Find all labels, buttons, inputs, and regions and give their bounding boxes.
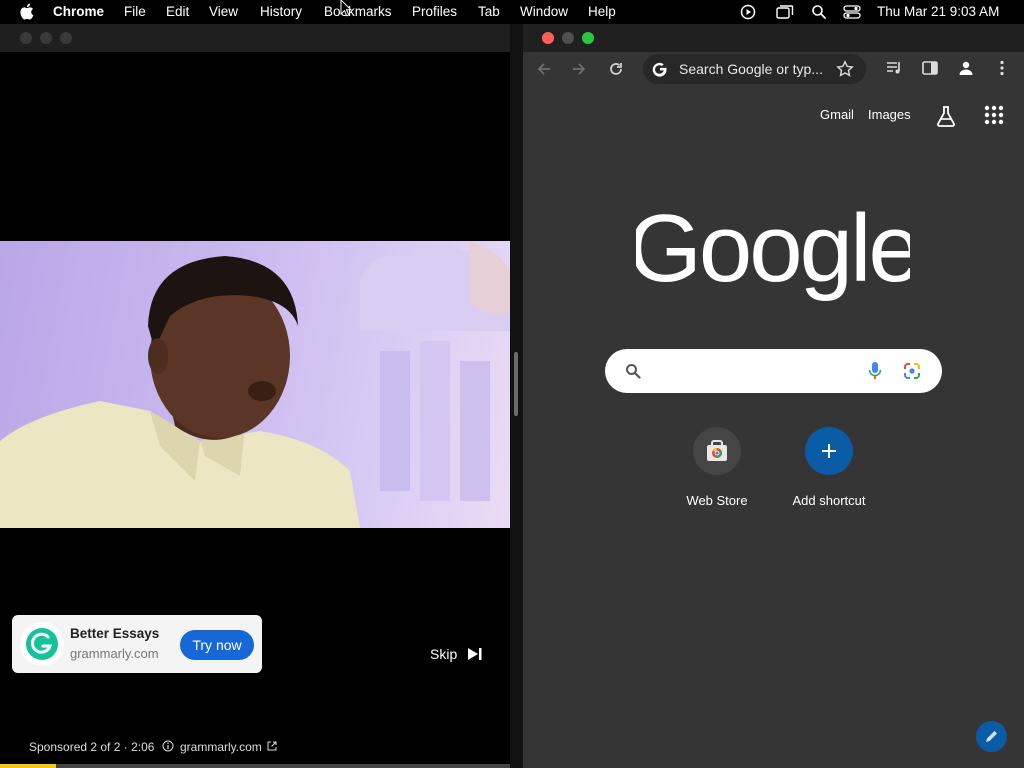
shortcut-add[interactable]: Add shortcut [784,427,874,508]
play-circle-icon[interactable] [740,4,756,20]
shortcut-label: Add shortcut [792,493,866,508]
pencil-icon [986,731,997,742]
sponsored-info: Sponsored 2 of 2 · 2:06 [29,740,174,754]
menu-edit[interactable]: Edit [166,4,189,19]
web-store-tile [693,427,741,475]
try-now-button[interactable]: Try now [180,630,254,660]
sponsored-text: Sponsored 2 of 2 · 2:06 [29,740,155,754]
omnibox[interactable]: Search Google or typ... [643,54,866,84]
labs-icon[interactable] [934,104,958,128]
customize-button[interactable] [976,721,1007,752]
browser-toolbar: Search Google or typ... [523,52,1024,86]
more-icon[interactable] [993,59,1011,77]
star-icon[interactable] [836,60,854,78]
omnibox-text: Search Google or typ... [679,61,823,77]
control-center-icon[interactable] [843,4,861,20]
menu-tab[interactable]: Tab [478,4,500,19]
apple-icon[interactable] [19,3,34,20]
zoom-button[interactable] [582,32,594,44]
ad-footer-domain: grammarly.com [180,740,262,754]
forward-icon[interactable] [570,60,588,78]
close-button[interactable] [20,32,32,44]
video-window-titlebar [0,24,510,52]
ad-progress-fill [0,764,57,768]
menu-file[interactable]: File [124,4,146,19]
skip-ad-button[interactable]: Skip [430,646,483,662]
add-shortcut-tile [805,427,853,475]
tab-strip [523,24,1024,52]
mic-icon[interactable] [867,361,883,381]
menu-view[interactable]: View [209,4,238,19]
ad-footer-link[interactable]: grammarly.com [180,740,277,754]
sidepanel-icon[interactable] [921,59,939,77]
close-button[interactable] [542,32,554,44]
zoom-button[interactable] [60,32,72,44]
reload-icon[interactable] [607,60,625,78]
profile-icon[interactable] [957,59,975,77]
video-scene [0,241,510,528]
external-link-icon [267,741,277,751]
shortcut-web-store[interactable]: Web Store [672,427,762,508]
gmail-link[interactable]: Gmail [820,107,854,122]
minimize-button[interactable] [562,32,574,44]
images-link[interactable]: Images [868,107,911,122]
chrome-window: Search Google or typ... Gmail Images Goo [523,24,1024,768]
apps-grid-icon[interactable] [984,105,1004,125]
menu-bookmarks[interactable]: Bookmarks [324,4,392,19]
search-box[interactable] [605,349,942,393]
grammarly-logo [20,622,64,666]
menu-app-name[interactable]: Chrome [53,4,104,19]
skip-icon [468,648,482,660]
media-icon[interactable] [885,59,903,77]
shortcut-label: Web Store [686,493,748,508]
grammarly-logo-icon [26,628,58,660]
google-logo-text: Google [636,209,910,302]
menu-window[interactable]: Window [520,4,568,19]
google-logo: Google [636,209,910,302]
menu-profiles[interactable]: Profiles [412,4,457,19]
google-g-icon [652,62,667,77]
mouse-cursor-icon [340,0,352,17]
search-icon[interactable] [811,4,827,20]
video-window: Better Essays grammarly.com Try now Skip… [0,24,510,768]
web-store-icon [707,440,727,461]
menu-bar: Chrome File Edit View History Bookmarks … [0,0,1024,24]
video-frame[interactable] [0,241,510,528]
lens-icon[interactable] [903,362,921,380]
ad-card[interactable]: Better Essays grammarly.com Try now [12,615,262,673]
menu-datetime[interactable]: Thu Mar 21 9:03 AM [877,4,999,19]
skip-label: Skip [430,646,458,662]
minimize-button[interactable] [40,32,52,44]
info-icon[interactable] [162,740,174,752]
ad-progress-track[interactable] [0,764,510,768]
menu-history[interactable]: History [260,4,302,19]
back-icon[interactable] [535,60,553,78]
search-icon [626,364,641,379]
plus-icon [822,444,836,458]
menu-help[interactable]: Help [588,4,616,19]
windows-icon[interactable] [776,4,794,20]
ad-title: Better Essays [70,626,160,641]
ad-domain: grammarly.com [70,646,159,661]
split-divider-handle[interactable] [514,352,518,416]
